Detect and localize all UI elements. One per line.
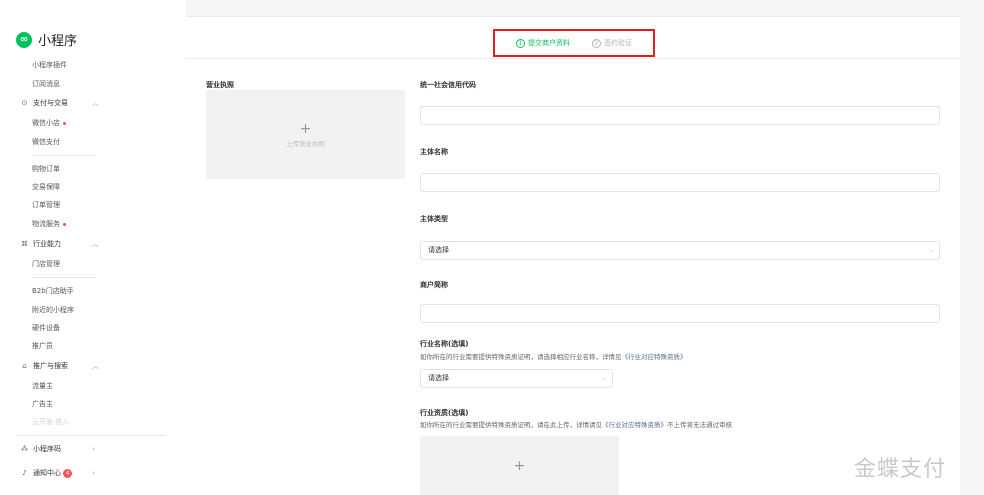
bell-icon: ♪	[22, 469, 27, 477]
industry-icon: ⌘	[21, 240, 28, 248]
sidebar-item-cloud-push[interactable]: 云开发·推入	[32, 417, 69, 427]
app-title: 小程序	[38, 34, 78, 49]
sidebar-item-hardware[interactable]: 硬件设备	[32, 323, 60, 333]
watermark: 金蝶支付	[854, 457, 947, 482]
divider	[16, 435, 166, 436]
merchant-short-input[interactable]	[420, 304, 940, 323]
entity-type-label: 主体类型	[420, 215, 448, 223]
upload-hint: 上传营业执照	[286, 139, 325, 148]
sidebar-group-promote[interactable]: ⌂ 推广与搜索 ︿	[20, 361, 99, 371]
sidebar-group-label: 通知中心	[33, 469, 61, 477]
entity-name-label: 主体名称	[420, 148, 448, 156]
credit-code-input[interactable]	[420, 106, 940, 125]
sidebar-item-wechat-shop[interactable]: 微信小店	[32, 118, 66, 128]
select-value: 请选择	[428, 374, 449, 382]
sidebar-item-advertiser[interactable]: 广告主	[32, 399, 53, 409]
sidebar-group-qrcode[interactable]: ⁂ 小程序码 ›	[20, 444, 95, 454]
hint-text: 如你所在的行业需要提供特殊资质证明，请选择相应行业名称，详情见	[420, 353, 622, 361]
step-label: 提交商户资料	[528, 39, 570, 47]
entity-name-input[interactable]	[420, 173, 940, 192]
sidebar-item-nearby-miniprogram[interactable]: 附近的小程序	[32, 305, 74, 315]
sidebar-item-b2b-assistant[interactable]: B2b门店助手	[32, 286, 74, 296]
step-bar: 1 提交商户资料 2 签约验证	[186, 17, 960, 59]
sidebar-item-label: 微信小店	[32, 119, 60, 127]
home-icon: ⌂	[22, 362, 27, 370]
chevron-down-icon: ⌵	[601, 374, 607, 382]
sidebar-group-payment[interactable]: ⊙ 支付与交易 ︿	[20, 98, 99, 108]
new-dot-icon	[63, 222, 66, 226]
sidebar-group-label: 推广与搜索	[33, 362, 68, 370]
main-panel: 1 提交商户资料 2 签约验证 营业执照 + 上传营业执照 统一社会信用代码 主…	[186, 16, 960, 495]
circle-dot-icon: ⊙	[21, 99, 28, 107]
step-sign-verify[interactable]: 2 签约验证	[592, 38, 632, 48]
step-number: 1	[516, 38, 525, 48]
industry-name-select[interactable]: 请选择 ⌵	[420, 369, 613, 388]
sidebar-item-plugins[interactable]: 小程序插件	[32, 60, 67, 70]
sidebar-item-promoter[interactable]: 推广员	[32, 341, 53, 351]
sidebar-group-notify[interactable]: ♪ 通知中心 4 ›	[20, 468, 95, 478]
chevron-up-icon: ︿	[92, 240, 99, 248]
chevron-down-icon: ⌵	[928, 246, 934, 254]
industry-name-hint: 如你所在的行业需要提供特殊资质证明，请选择相应行业名称，详情见《行业对应特殊资质…	[420, 351, 687, 361]
sidebar-item-store-management[interactable]: 门店管理	[32, 259, 60, 269]
hint-text: 不上传将无法通过审核	[667, 421, 732, 429]
chevron-right-icon: ›	[92, 445, 95, 453]
entity-type-select[interactable]: 请选择 ⌵	[420, 241, 940, 260]
divider	[32, 155, 96, 156]
merchant-short-label: 商户简称	[420, 281, 448, 289]
step-number: 2	[592, 38, 601, 48]
qr-icon: ⁂	[21, 445, 28, 453]
plus-icon: +	[299, 120, 312, 137]
industry-qual-upload[interactable]: +	[420, 436, 619, 495]
divider	[32, 277, 96, 278]
step-submit-info[interactable]: 1 提交商户资料	[516, 38, 570, 48]
select-value: 请选择	[428, 246, 449, 254]
sidebar-item-subscribe[interactable]: 订阅消息	[32, 79, 60, 89]
chevron-up-icon: ︿	[92, 99, 99, 107]
sidebar-item-order-management[interactable]: 订单管理	[32, 200, 60, 210]
sidebar-group-label: 支付与交易	[33, 99, 68, 107]
industry-qualification-link[interactable]: 《行业对应特殊资质》	[602, 421, 667, 429]
chevron-up-icon: ︿	[92, 362, 99, 370]
license-label: 营业执照	[206, 81, 234, 89]
new-dot-icon	[63, 121, 66, 125]
steps-highlight: 1 提交商户资料 2 签约验证	[493, 29, 655, 57]
sidebar-item-label: 物流服务	[32, 220, 60, 228]
sidebar-item-traffic-owner[interactable]: 流量主	[32, 381, 53, 391]
app-window: ∞ 小程序 小程序插件 订阅消息 ⊙ 支付与交易 ︿ 微信小店 微信支付 购物订…	[0, 0, 984, 495]
hint-text: 如你所在的行业需要提供特殊资质证明，请在此上传，详情请见	[420, 421, 602, 429]
sidebar-group-label: 小程序码	[33, 445, 61, 453]
plus-icon: +	[513, 458, 526, 474]
step-label: 签约验证	[604, 39, 632, 47]
sidebar-item-shopping-orders[interactable]: 购物订单	[32, 164, 60, 174]
license-upload[interactable]: + 上传营业执照	[206, 90, 405, 179]
sidebar: ∞ 小程序 小程序插件 订阅消息 ⊙ 支付与交易 ︿ 微信小店 微信支付 购物订…	[0, 0, 186, 495]
industry-name-label: 行业名称(选填)	[420, 340, 469, 348]
notify-count-badge: 4	[63, 468, 72, 478]
industry-qual-label: 行业资质(选填)	[420, 409, 469, 417]
industry-qualification-link[interactable]: 《行业对应特殊资质》	[622, 353, 687, 361]
sidebar-group-industry[interactable]: ⌘ 行业能力 ︿	[20, 239, 99, 249]
sidebar-item-trade-guarantee[interactable]: 交易保障	[32, 182, 60, 192]
miniprogram-logo-icon: ∞	[16, 31, 32, 48]
sidebar-item-wechat-pay[interactable]: 微信支付	[32, 137, 60, 147]
sidebar-group-label: 行业能力	[33, 240, 61, 248]
industry-qual-hint: 如你所在的行业需要提供特殊资质证明，请在此上传，详情请见《行业对应特殊资质》不上…	[420, 419, 732, 429]
chevron-right-icon: ›	[92, 469, 95, 477]
credit-code-label: 统一社会信用代码	[420, 81, 476, 89]
brand: ∞ 小程序	[16, 30, 77, 49]
sidebar-item-logistics[interactable]: 物流服务	[32, 219, 66, 229]
